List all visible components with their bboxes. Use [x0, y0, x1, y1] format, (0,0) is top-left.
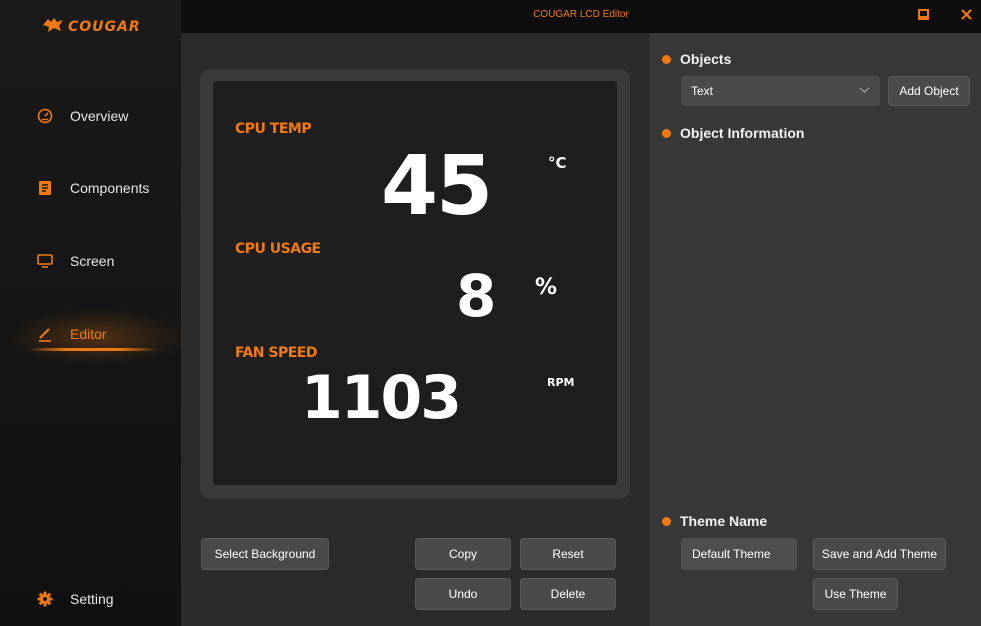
editor-canvas-panel: CPU TEMP 45 °C CPU USAGE 8 % FAN SPEED 1… — [181, 33, 650, 626]
cpu-usage-unit[interactable]: % — [535, 277, 557, 299]
cpu-usage-label[interactable]: CPU USAGE — [235, 241, 321, 257]
document-icon — [36, 179, 54, 197]
speedometer-icon — [36, 107, 54, 125]
bullet-dot-icon — [662, 128, 671, 138]
cpu-temp-value[interactable]: 45 — [381, 146, 493, 228]
sidebar-item-screen[interactable]: Screen — [0, 241, 181, 281]
fan-speed-unit[interactable]: RPM — [547, 377, 574, 388]
lcd-preview-frame: CPU TEMP 45 °C CPU USAGE 8 % FAN SPEED 1… — [200, 69, 630, 499]
maximize-button-icon-wrap[interactable] — [912, 6, 934, 26]
window-title: COUGAR LCD Editor — [533, 9, 629, 20]
theme-name-heading: Theme Name — [680, 513, 768, 529]
close-button[interactable] — [955, 6, 977, 26]
sidebar-item-overview[interactable]: Overview — [0, 96, 181, 136]
sidebar-item-label: Setting — [70, 591, 114, 607]
logo-text: COUGAR — [68, 19, 141, 35]
monitor-icon — [36, 252, 54, 270]
sidebar-item-editor[interactable]: Editor — [0, 314, 181, 354]
theme-name-section-heading: Theme Name — [662, 513, 767, 529]
save-and-add-theme-button[interactable]: Save and Add Theme — [813, 538, 946, 570]
cpu-usage-value[interactable]: 8 — [456, 267, 496, 325]
cpu-temp-unit[interactable]: °C — [548, 156, 567, 171]
bullet-dot-icon — [662, 516, 671, 526]
sidebar-item-components[interactable]: Components — [0, 168, 181, 208]
sidebar-item-label: Overview — [70, 108, 129, 124]
undo-button[interactable]: Undo — [415, 578, 511, 610]
object-information-section-heading: Object Information — [662, 125, 804, 141]
cpu-temp-label[interactable]: CPU TEMP — [235, 121, 312, 137]
reset-button[interactable]: Reset — [520, 538, 616, 570]
maximize-icon — [917, 7, 929, 25]
sidebar-item-label: Screen — [70, 253, 115, 269]
properties-panel: Objects Text Add Object Object Informati… — [650, 33, 981, 626]
gear-icon — [36, 590, 54, 608]
fan-speed-value[interactable]: 1103 — [301, 368, 462, 428]
close-icon — [960, 7, 972, 25]
add-object-button[interactable]: Add Object — [888, 76, 970, 106]
title-bar: COUGAR LCD Editor — [181, 0, 981, 33]
fan-speed-label[interactable]: FAN SPEED — [235, 345, 317, 361]
lcd-preview[interactable]: CPU TEMP 45 °C CPU USAGE 8 % FAN SPEED 1… — [213, 81, 617, 485]
objects-section-heading: Objects — [662, 51, 731, 67]
objects-heading: Objects — [680, 51, 732, 67]
cougar-logo-icon — [42, 17, 64, 38]
object-type-value: Text — [691, 84, 714, 98]
sidebar-item-label: Editor — [70, 326, 107, 342]
chevron-down-icon — [859, 84, 870, 99]
object-type-select[interactable]: Text — [681, 76, 880, 106]
theme-name-value: Default Theme — [692, 547, 771, 561]
bullet-dot-icon — [662, 54, 671, 64]
use-theme-button[interactable]: Use Theme — [813, 578, 898, 610]
pencil-icon — [36, 325, 54, 343]
logo: COUGAR — [42, 14, 141, 40]
delete-button[interactable]: Delete — [520, 578, 616, 610]
theme-name-input[interactable]: Default Theme — [681, 538, 797, 570]
copy-button[interactable]: Copy — [415, 538, 511, 570]
sidebar-item-setting[interactable]: Setting — [0, 579, 181, 619]
sidebar: COUGAR Overview Components Screen Editor… — [0, 0, 185, 626]
select-background-button[interactable]: Select Background — [201, 538, 329, 570]
object-information-heading: Object Information — [680, 125, 805, 141]
sidebar-item-label: Components — [70, 180, 150, 196]
